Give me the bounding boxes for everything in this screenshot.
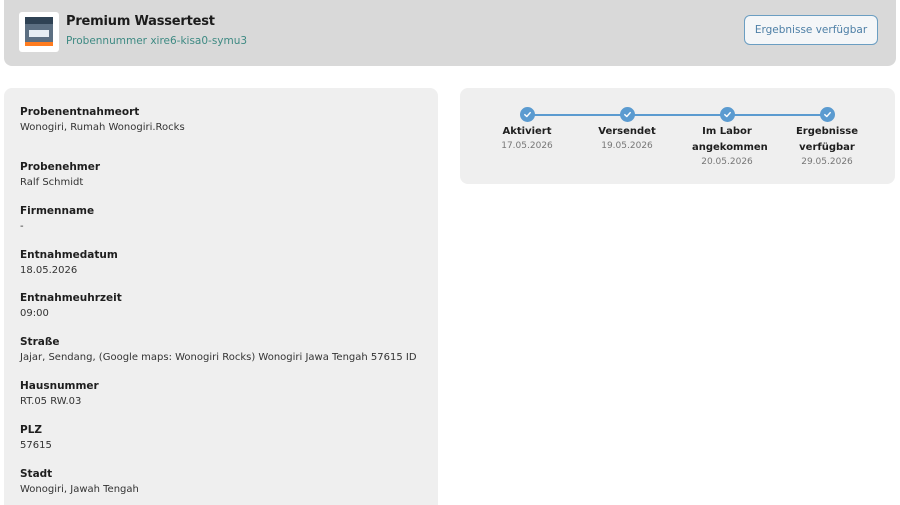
field-value: 18.05.2026 [20, 265, 78, 276]
timeline-step-shipped: Versendet 19.05.2026 [577, 107, 677, 152]
sample-number: Probennummer xire6-kisa0-symu3 [66, 35, 248, 47]
detail-field-city: Stadt Wonogiri, Jawah Tengah [20, 467, 139, 497]
step-date: 17.05.2026 [501, 141, 553, 151]
detail-field-location: Probenentnahmeort Wonogiri, Rumah Wonogi… [20, 105, 185, 135]
detail-field-house-number: Hausnummer RT.05 RW.03 [20, 379, 99, 409]
field-label: PLZ [20, 424, 42, 436]
step-label: Versendet [598, 126, 656, 137]
field-value: Wonogiri, Rumah Wonogiri.Rocks [20, 122, 185, 133]
product-box-icon [19, 12, 59, 52]
field-value: 09:00 [20, 308, 49, 319]
field-value: RT.05 RW.03 [20, 396, 82, 407]
page-header: Premium Wassertest Probennummer xire6-ki… [4, 0, 896, 66]
detail-field-time: Entnahmeuhrzeit 09:00 [20, 291, 122, 321]
check-icon [519, 107, 535, 122]
check-icon [819, 107, 835, 122]
status-timeline-card: Aktiviert 17.05.2026 Versendet 19.05.202… [460, 88, 895, 184]
detail-field-street: Straße Jajar, Sendang, (Google maps: Won… [20, 335, 417, 365]
check-icon [719, 107, 735, 122]
check-icon [619, 107, 635, 122]
sample-details-card: Probenentnahmeort Wonogiri, Rumah Wonogi… [4, 88, 438, 505]
step-label: Im Labor angekommen [692, 126, 768, 153]
field-value: Jajar, Sendang, (Google maps: Wonogiri R… [20, 352, 417, 363]
detail-field-sampler: Probenehmer Ralf Schmidt [20, 160, 100, 190]
field-label: Straße [20, 336, 60, 348]
field-label: Entnahmedatum [20, 249, 118, 261]
step-label: Aktiviert [502, 126, 552, 137]
field-label: Entnahmeuhrzeit [20, 292, 122, 304]
field-label: Hausnummer [20, 380, 99, 392]
page-title: Premium Wassertest [66, 14, 215, 29]
step-label: Ergebnisse verfügbar [795, 126, 859, 153]
field-label: Stadt [20, 468, 53, 480]
timeline-step-arrived-lab: Im Labor angekommen 20.05.2026 [677, 107, 777, 168]
detail-field-postal-code: PLZ 57615 [20, 423, 52, 453]
step-date: 29.05.2026 [801, 157, 853, 167]
detail-field-date: Entnahmedatum 18.05.2026 [20, 248, 118, 278]
field-value: Wonogiri, Jawah Tengah [20, 484, 139, 495]
field-value: - [20, 221, 24, 232]
results-available-button[interactable]: Ergebnisse verfügbar [744, 15, 878, 45]
step-date: 20.05.2026 [701, 157, 753, 167]
step-date: 19.05.2026 [601, 141, 653, 151]
field-value: Ralf Schmidt [20, 177, 84, 188]
field-label: Probenehmer [20, 161, 101, 173]
timeline-step-activated: Aktiviert 17.05.2026 [477, 107, 577, 152]
field-value: 57615 [20, 440, 52, 451]
timeline-step-results: Ergebnisse verfügbar 29.05.2026 [777, 107, 877, 168]
field-label: Firmenname [20, 205, 95, 217]
field-label: Probenentnahmeort [20, 106, 140, 118]
detail-field-company: Firmenname - [20, 204, 94, 234]
